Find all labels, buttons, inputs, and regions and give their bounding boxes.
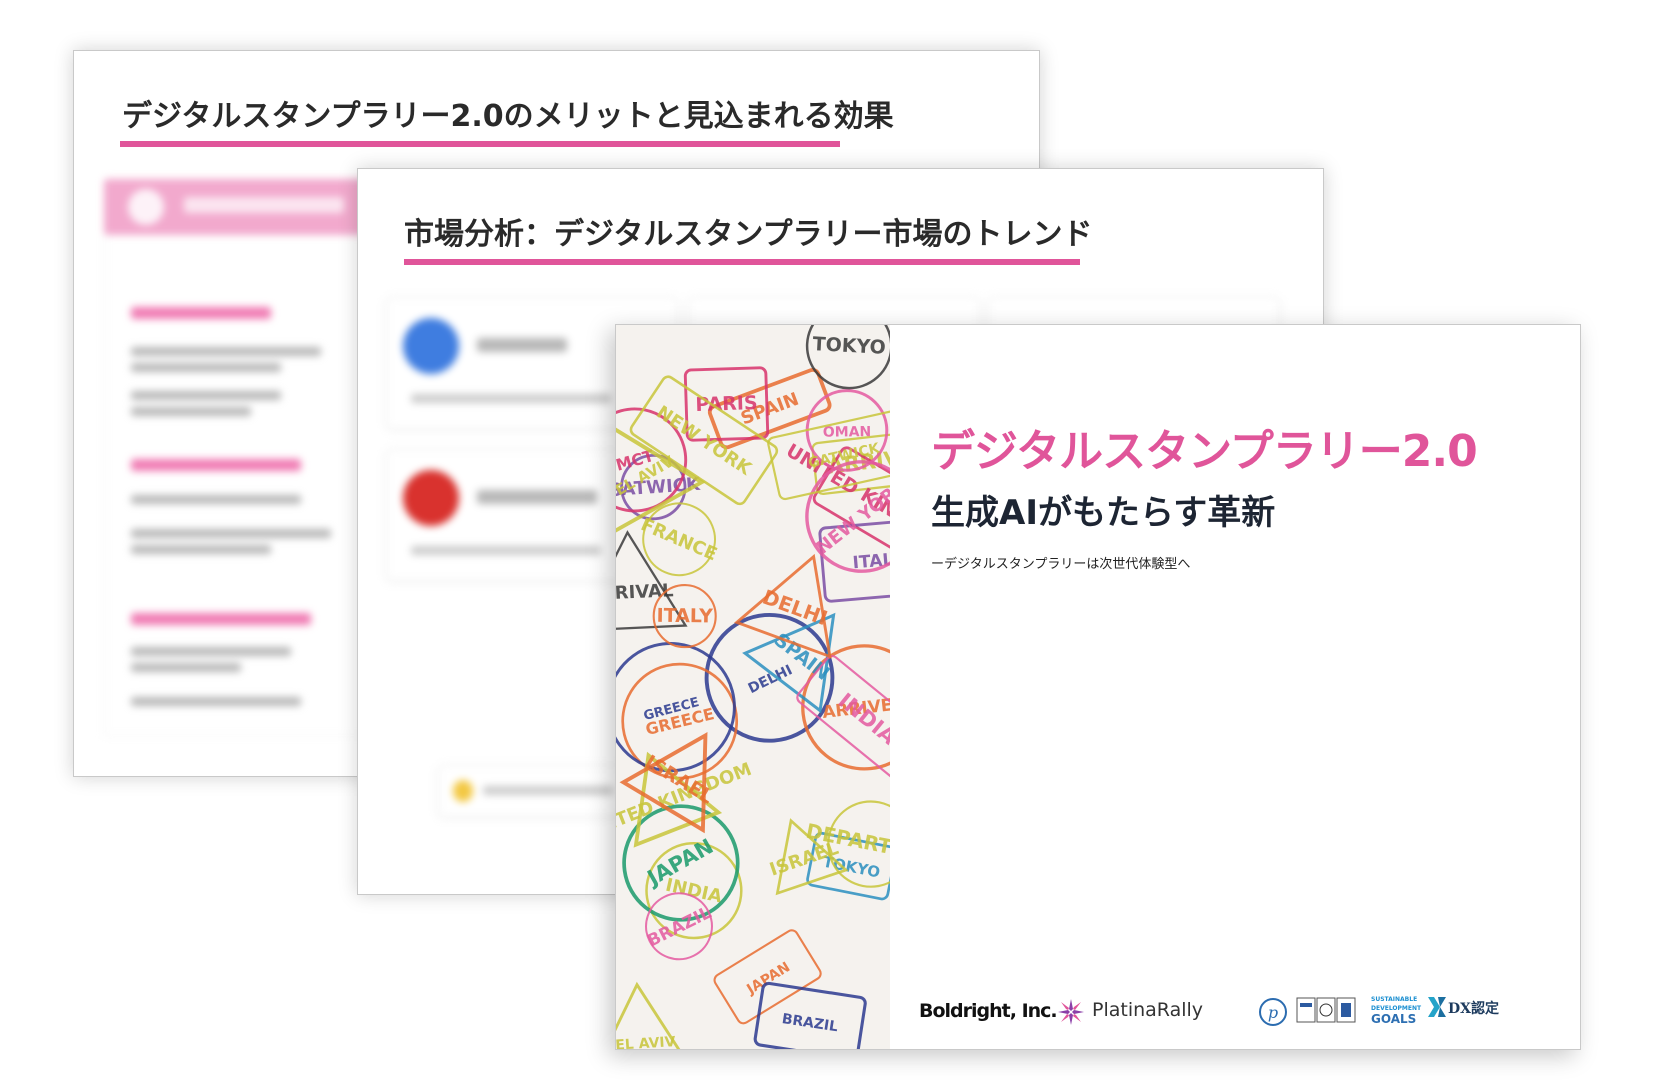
passport-stamp: BRAZIL [753,981,867,1049]
alert-icon [403,470,459,526]
card-heading [477,490,597,504]
svg-text:p: p [1268,1003,1278,1022]
item-text [131,663,241,672]
insight-text [483,786,613,795]
item-text [131,647,291,656]
title-underline [120,141,840,147]
passport-stamp: ITALY [652,584,717,649]
section-header-placeholder [184,197,344,213]
platinarally-logo-icon [1058,999,1084,1025]
insight-box [438,765,640,817]
item-text [131,407,251,416]
passport-stamp: TEL AVIV [616,981,697,1049]
item-text [131,697,301,706]
dx-certification-label: DX認定 [1448,1001,1500,1017]
item-heading [131,307,271,319]
sdgs-logo: SUSTAINABLE DEVELOPMENT GOALS [1371,995,1421,1026]
item-text [131,545,271,554]
section-icon [128,189,164,225]
slide-merits-title: デジタルスタンプラリー2.0のメリットと見込まれる効果 [122,99,894,134]
passport-stamp: ISRAEL [767,818,849,896]
sdgs-line3: GOALS [1371,1012,1417,1026]
card-heading [477,338,567,352]
item-text [131,495,301,504]
passport-stamp: TOKYO [805,325,890,390]
svg-text:JAPAN: JAPAN [743,959,793,998]
item-heading [131,613,311,625]
chart-icon [403,318,459,374]
svg-text:TOKYO: TOKYO [812,333,886,359]
passport-stamp: GREECE [616,642,736,773]
card-text [411,394,611,403]
item-text [131,363,281,372]
stamp-collage: SPAININDIADELHIARRIVALGREECEUNITED KINGD… [616,325,890,1049]
item-heading [131,459,301,471]
svg-text:ITALY: ITALY [656,605,713,628]
svg-text:OMAN: OMAN [823,424,872,440]
passport-stamp: JAPAN [713,929,822,1025]
card-text [411,546,601,555]
sdgs-line1: SUSTAINABLE [1371,996,1418,1003]
passport-stamp: DELHI [733,553,832,659]
svg-text:BRAZIL: BRAZIL [644,903,715,952]
svg-text:DELHI: DELHI [746,662,795,697]
dx-mark-icon [1428,997,1446,1017]
passport-stamps-image: SPAIN INDIA DELHI ARRIVAL GREECE UNITED KINGD… [616,325,890,1049]
svg-text:FRANCE: FRANCE [638,514,720,565]
slide-cover: SPAIN INDIA DELHI ARRIVAL GREECE UNITED KINGD… [615,324,1581,1050]
slide-market-title: 市場分析：デジタルスタンプラリー市場のトレンド [404,217,1093,252]
item-text [131,347,321,356]
item-text [131,529,331,538]
cover-tagline: ーデジタルスタンプラリーは次世代体験型へ [931,557,1191,572]
svg-text:BRAZIL: BRAZIL [781,1011,839,1035]
company-name: Boldright, Inc. [919,1000,1058,1022]
certification-badges-icon [1296,997,1356,1023]
svg-text:TEL AVIV: TEL AVIV [616,1034,676,1049]
lightbulb-icon [453,780,473,802]
brand-name: PlatinaRally [1092,999,1204,1021]
item-text [131,391,281,400]
title-underline [404,259,1080,265]
svg-text:PARIS: PARIS [695,392,758,416]
cover-subtitle: 生成AIがもたらす革新 [931,493,1276,533]
cover-title: デジタルスタンプラリー2.0 [931,426,1478,477]
privacy-mark-icon: p [1259,998,1287,1026]
